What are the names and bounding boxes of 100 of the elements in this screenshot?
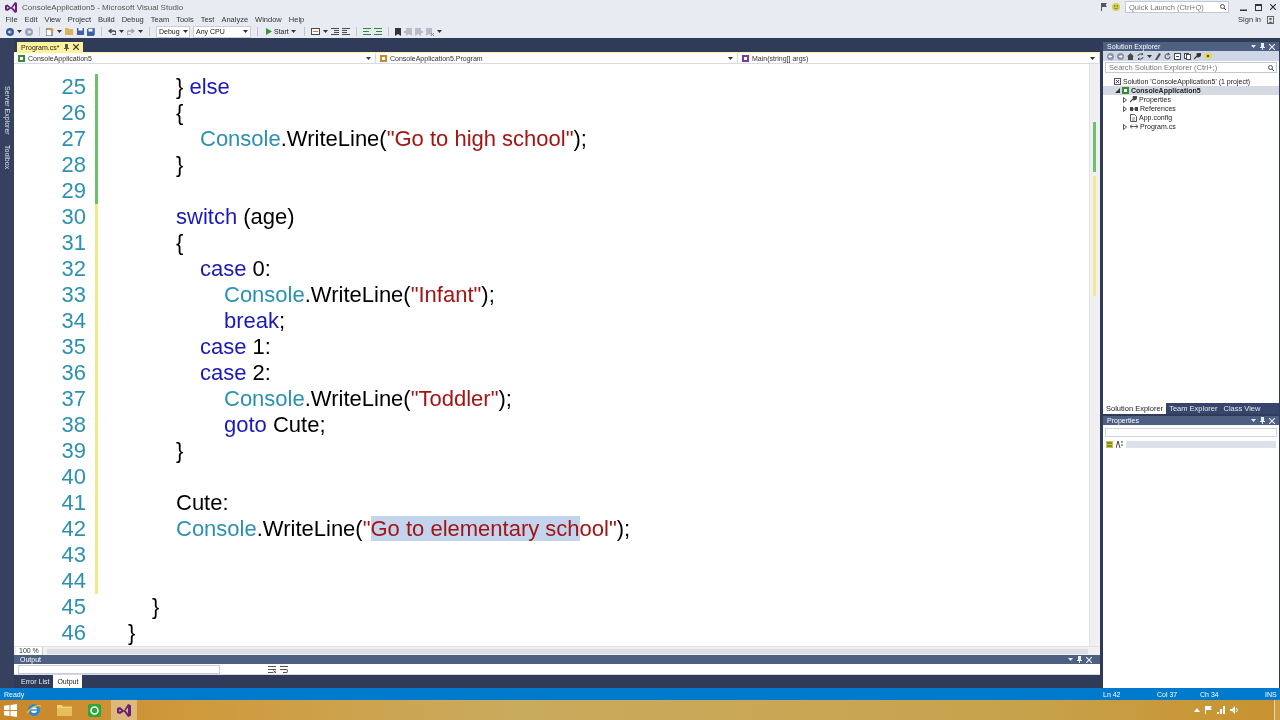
close-icon[interactable] bbox=[72, 44, 79, 50]
collapsed-arrow-icon[interactable] bbox=[1123, 96, 1127, 103]
word-wrap-icon[interactable] bbox=[280, 665, 288, 673]
sync-icon[interactable] bbox=[1137, 52, 1144, 60]
line-number: 45 bbox=[60, 594, 86, 620]
smiley-icon[interactable] bbox=[1112, 3, 1120, 11]
vertical-scrollbar[interactable] bbox=[1089, 64, 1100, 646]
expanded-arrow-icon[interactable] bbox=[1114, 88, 1120, 93]
code-line: Console.WriteLine("Go to elementary school"); bbox=[176, 516, 631, 541]
code-line: goto Cute; bbox=[224, 412, 326, 437]
line-number: 38 bbox=[60, 412, 86, 438]
search-icon bbox=[1268, 64, 1274, 71]
pin-icon[interactable] bbox=[63, 43, 69, 51]
browser-icon[interactable] bbox=[27, 703, 41, 717]
back-icon[interactable] bbox=[1107, 52, 1114, 60]
line-number: 30 bbox=[60, 204, 86, 230]
line-number: 25 bbox=[60, 74, 86, 100]
object-selector-field[interactable] bbox=[1105, 428, 1277, 437]
caret-icon bbox=[366, 56, 371, 60]
code-line: case 0: bbox=[200, 256, 271, 281]
line-number: 36 bbox=[60, 360, 86, 386]
bookmark-clear-icon[interactable] bbox=[425, 27, 434, 36]
save-icon[interactable] bbox=[77, 28, 84, 35]
volume-icon[interactable] bbox=[1230, 706, 1238, 714]
boxed-logo-icon bbox=[1114, 78, 1121, 85]
outdent-icon[interactable] bbox=[341, 28, 350, 35]
list-icon[interactable] bbox=[1106, 440, 1113, 448]
code-line: { bbox=[176, 100, 184, 125]
save-all-icon[interactable] bbox=[87, 27, 95, 36]
window-title: ConsoleApplication5 - Microsoft Visual Studio bbox=[22, 2, 184, 12]
code-line: Console.WriteLine("Toddler"); bbox=[224, 386, 512, 411]
code-line: switch (age) bbox=[176, 204, 295, 229]
caret-icon bbox=[436, 30, 442, 33]
horizontal-scrollbar[interactable] bbox=[46, 648, 1088, 654]
caret-icon bbox=[322, 30, 328, 33]
vs-logo-icon bbox=[5, 1, 17, 13]
caret-icon bbox=[290, 30, 296, 33]
line-number: 42 bbox=[60, 516, 86, 542]
pin-icon[interactable] bbox=[1260, 417, 1265, 424]
collapsed-arrow-icon[interactable] bbox=[1123, 105, 1127, 112]
wrench-icon bbox=[1130, 96, 1137, 103]
clear-all-icon[interactable] bbox=[268, 665, 276, 673]
code-line: } bbox=[176, 152, 184, 177]
caret-icon bbox=[1147, 54, 1152, 58]
indent-icon[interactable] bbox=[330, 28, 339, 35]
uncomment-icon[interactable] bbox=[373, 28, 382, 35]
taskbar-button[interactable] bbox=[111, 700, 137, 720]
windows-logo-icon[interactable] bbox=[4, 703, 17, 717]
line-number: 34 bbox=[60, 308, 86, 334]
comment-icon[interactable] bbox=[362, 28, 371, 35]
vs-logo-icon[interactable] bbox=[117, 703, 131, 717]
flag-icon[interactable] bbox=[1205, 706, 1212, 714]
line-number: 26 bbox=[60, 100, 86, 126]
caret-icon bbox=[1251, 45, 1256, 48]
line-number: 43 bbox=[60, 542, 86, 568]
caret-icon bbox=[243, 30, 248, 33]
account-icon[interactable] bbox=[1267, 15, 1274, 24]
line-number: 27 bbox=[60, 126, 86, 152]
network-icon[interactable] bbox=[1217, 706, 1225, 714]
ring-tile-icon[interactable] bbox=[87, 703, 101, 717]
caret-icon bbox=[57, 30, 62, 33]
forward-icon[interactable] bbox=[1117, 52, 1124, 60]
line-number: 40 bbox=[60, 464, 86, 490]
line-number: 44 bbox=[60, 568, 86, 594]
home-icon[interactable] bbox=[1127, 52, 1134, 60]
collapse-all-icon[interactable] bbox=[1174, 52, 1181, 60]
line-number: 32 bbox=[60, 256, 86, 282]
caret-icon bbox=[1251, 419, 1256, 422]
code-line: Console.WriteLine("Infant"); bbox=[224, 282, 495, 307]
tray-arrow-icon[interactable] bbox=[1194, 708, 1200, 712]
pin-icon[interactable] bbox=[1077, 656, 1082, 663]
back-icon[interactable] bbox=[6, 27, 14, 36]
search-icon bbox=[1220, 4, 1226, 10]
code-line: } bbox=[152, 594, 160, 619]
code-line: case 2: bbox=[200, 360, 271, 385]
code-line: case 1: bbox=[200, 334, 271, 359]
new-file-icon[interactable] bbox=[46, 27, 54, 36]
pencil-icon[interactable] bbox=[1155, 52, 1161, 60]
pages-icon[interactable] bbox=[1184, 52, 1191, 60]
bookmark-icon[interactable] bbox=[394, 27, 401, 36]
maximize-icon[interactable] bbox=[1255, 3, 1262, 11]
window-icon[interactable] bbox=[310, 28, 320, 35]
line-number: 28 bbox=[60, 152, 86, 178]
line-number: 31 bbox=[60, 230, 86, 256]
close-icon[interactable] bbox=[1270, 3, 1276, 10]
sort-icon[interactable] bbox=[1116, 440, 1123, 448]
play-icon bbox=[266, 28, 272, 35]
output-source-field[interactable] bbox=[18, 664, 220, 674]
pin-icon[interactable] bbox=[1260, 43, 1265, 50]
line-number: 37 bbox=[60, 386, 86, 412]
refresh-icon[interactable] bbox=[1164, 52, 1171, 60]
square-icon bbox=[1122, 87, 1129, 94]
line-number: 33 bbox=[60, 282, 86, 308]
flag-icon[interactable] bbox=[1101, 3, 1107, 11]
eye-icon[interactable] bbox=[1204, 53, 1212, 59]
references-icon bbox=[1130, 105, 1138, 112]
line-number: 41 bbox=[60, 490, 86, 516]
wrench-icon[interactable] bbox=[1194, 52, 1201, 60]
collapsed-arrow-icon[interactable] bbox=[1123, 123, 1127, 130]
undo-icon[interactable] bbox=[108, 28, 116, 35]
